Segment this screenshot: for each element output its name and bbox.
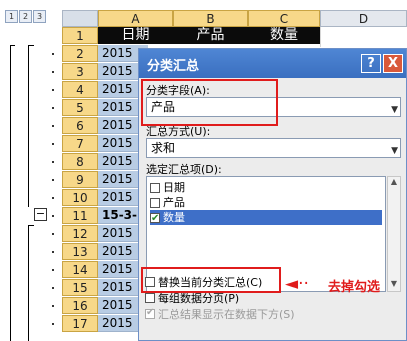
summary-below-option: ✔ 汇总结果显示在数据下方(S) xyxy=(145,306,295,322)
outline-dot xyxy=(52,269,54,271)
help-button[interactable]: ? xyxy=(361,54,381,73)
close-button[interactable]: X xyxy=(383,54,403,73)
summary-item[interactable]: 产品 xyxy=(150,195,185,210)
scroll-up-icon[interactable]: ▲ xyxy=(388,177,400,189)
outline-level-2-button[interactable]: 2 xyxy=(19,10,32,23)
column-header-c[interactable]: C xyxy=(248,10,320,27)
dialog-title-bar[interactable]: 分类汇总 ? X xyxy=(139,49,406,78)
outline-level-3-button[interactable]: 3 xyxy=(33,10,46,23)
checkbox[interactable] xyxy=(150,197,160,208)
checkbox[interactable] xyxy=(150,182,160,193)
row-header[interactable]: 6 xyxy=(62,117,98,134)
summary-item[interactable]: ✔ 数量 xyxy=(150,210,382,225)
outline-dot xyxy=(52,287,54,289)
scroll-down-icon[interactable]: ▼ xyxy=(388,279,400,291)
column-header-d[interactable]: D xyxy=(320,10,407,27)
gridline xyxy=(320,27,321,47)
row-header[interactable]: 5 xyxy=(62,99,98,116)
highlight-replace-option xyxy=(141,267,281,293)
row-header[interactable]: 9 xyxy=(62,171,98,188)
row-header[interactable]: 10 xyxy=(62,189,98,206)
outline-bar-level1-cap xyxy=(10,45,15,46)
summary-item-label: 产品 xyxy=(163,196,185,209)
chevron-down-icon: ▼ xyxy=(391,146,398,156)
highlight-group-field xyxy=(141,79,278,126)
outline-bar-level1 xyxy=(10,45,11,341)
outline-dot xyxy=(52,53,54,55)
outline-dot xyxy=(52,323,54,325)
row-header[interactable]: 4 xyxy=(62,81,98,98)
outline-dot xyxy=(52,71,54,73)
outline-bar-group1-cap xyxy=(28,45,34,46)
select-all-corner[interactable] xyxy=(62,10,98,27)
row-header-1[interactable]: 1 xyxy=(62,27,98,44)
arrow-left-icon: ◄·· xyxy=(285,274,309,294)
option-label: 汇总结果显示在数据下方(S) xyxy=(158,308,295,321)
annotation-callout: 去掉勾选 xyxy=(328,280,381,295)
outline-dot xyxy=(52,89,54,91)
summary-item-label: 数量 xyxy=(163,211,185,224)
outline-dot xyxy=(52,125,54,127)
header-cell-product[interactable]: 产品 xyxy=(173,27,248,44)
row-header[interactable]: 16 xyxy=(62,297,98,314)
row-header[interactable]: 17 xyxy=(62,315,98,332)
column-header-b[interactable]: B xyxy=(173,10,248,27)
summary-item[interactable]: 日期 xyxy=(150,180,185,195)
dialog-title: 分类汇总 xyxy=(147,59,200,74)
outline-level-buttons: 1 2 3 xyxy=(5,10,46,23)
outline-level-1-button[interactable]: 1 xyxy=(5,10,18,23)
outline-dot xyxy=(52,161,54,163)
row-header[interactable]: 12 xyxy=(62,225,98,242)
header-cell-quantity[interactable]: 数量 xyxy=(248,27,320,44)
checkmark-icon: ✔ xyxy=(151,212,160,224)
row-header[interactable]: 7 xyxy=(62,135,98,152)
outline-dot xyxy=(52,107,54,109)
outline-bar-group2 xyxy=(28,225,29,341)
row-header[interactable]: 15 xyxy=(62,279,98,296)
row-header[interactable]: 8 xyxy=(62,153,98,170)
summary-item-label: 日期 xyxy=(163,181,185,194)
checkmark-icon: ✔ xyxy=(146,307,155,318)
summary-items-scrollbar[interactable]: ▲ ▼ xyxy=(387,176,401,292)
outline-dot xyxy=(52,179,54,181)
checkbox[interactable] xyxy=(145,293,155,303)
row-header[interactable]: 14 xyxy=(62,261,98,278)
outline-dot xyxy=(52,233,54,235)
outline-dot xyxy=(52,251,54,253)
column-header-a[interactable]: A xyxy=(98,10,173,27)
outline-dot xyxy=(52,305,54,307)
outline-dot xyxy=(52,197,54,199)
checkbox[interactable]: ✔ xyxy=(150,212,160,224)
outline-bar-group1 xyxy=(28,45,29,207)
outline-dot xyxy=(52,143,54,145)
outline-bar-group2-cap xyxy=(28,225,34,226)
row-header[interactable]: 13 xyxy=(62,243,98,260)
summary-function-select[interactable]: 求和 ▼ xyxy=(146,138,401,158)
outline-dot xyxy=(52,215,54,217)
summary-function-value: 求和 xyxy=(151,141,176,155)
chevron-down-icon: ▼ xyxy=(391,105,398,115)
checkbox: ✔ xyxy=(145,307,155,319)
row-header[interactable]: 2 xyxy=(62,45,98,62)
summary-items-label: 选定汇总项(D): xyxy=(146,163,222,176)
collapse-group-button[interactable]: − xyxy=(34,208,47,221)
row-header[interactable]: 11 xyxy=(62,207,98,224)
row-header[interactable]: 3 xyxy=(62,63,98,80)
header-cell-date[interactable]: 日期 xyxy=(98,27,173,44)
